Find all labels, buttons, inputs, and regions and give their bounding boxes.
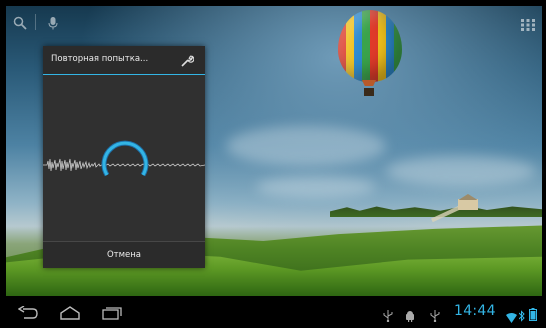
bluetooth-icon (518, 307, 525, 322)
wifi-icon (506, 308, 517, 323)
balloon-basket (364, 88, 374, 96)
android-debug-icon[interactable] (405, 307, 415, 322)
search-divider (35, 14, 36, 30)
usb-icon[interactable] (430, 307, 440, 323)
microphone-icon[interactable] (46, 15, 60, 30)
dialog-title: Повторная попытка... (51, 54, 149, 64)
search-icon[interactable] (13, 15, 27, 30)
usb-icon[interactable] (383, 307, 393, 323)
listening-indicator (101, 140, 149, 177)
back-icon[interactable] (17, 305, 38, 324)
cancel-button[interactable]: Отмена (43, 242, 205, 268)
voice-search-dialog: Повторная попытка... Отмена (43, 46, 205, 268)
home-screen: Повторная попытка... Отмена 14:44 (0, 0, 546, 328)
home-icon[interactable] (60, 305, 80, 324)
status-clock[interactable]: 14:44 (454, 303, 496, 319)
hot-air-balloon (338, 10, 402, 82)
wrench-icon[interactable] (180, 53, 195, 67)
system-bar: 14:44 (0, 296, 546, 328)
farmhouse (458, 199, 478, 210)
dialog-header: Повторная попытка... (43, 46, 205, 74)
dialog-body (43, 75, 205, 241)
recent-apps-icon[interactable] (102, 305, 122, 324)
all-apps-icon[interactable] (521, 16, 535, 31)
battery-icon (529, 306, 537, 321)
